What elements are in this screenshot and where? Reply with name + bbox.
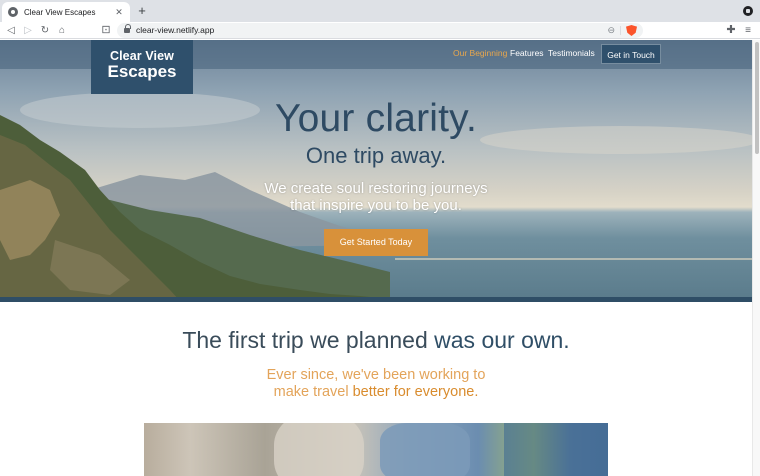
reload-icon[interactable]: ↻ xyxy=(38,22,52,39)
hero-bottom-band xyxy=(0,297,752,302)
plus-icon[interactable]: + xyxy=(134,3,150,19)
menu-icon[interactable]: ≡ xyxy=(741,22,755,39)
browser-tab[interactable]: Clear View Escapes ✕ xyxy=(2,2,130,22)
photo-detail xyxy=(274,423,364,476)
about-sub-line2: make travel better for everyone. xyxy=(0,384,752,401)
close-icon[interactable]: ✕ xyxy=(114,7,124,17)
get-started-button[interactable]: Get Started Today xyxy=(324,229,428,256)
about-sub-line2-plain: make travel xyxy=(273,384,349,400)
tab-title: Clear View Escapes xyxy=(24,7,96,17)
hero-subheadline: One trip away. xyxy=(305,143,447,168)
hero-tagline: We create soul restoring journeys that i… xyxy=(0,180,752,214)
brave-shield-icon[interactable] xyxy=(626,25,637,36)
url-text: clear-view.netlify.app xyxy=(136,25,215,35)
about-title-plain: The first trip we planned xyxy=(182,327,428,353)
home-icon[interactable]: ⌂ xyxy=(55,22,69,39)
address-bar[interactable]: clear-view.netlify.app ⊖ xyxy=(117,23,643,38)
about-subtitle: Ever since, we've been working to make t… xyxy=(0,367,752,401)
window-menu-icon[interactable] xyxy=(743,6,753,16)
about-title: The first trip we planned was our own. xyxy=(0,327,752,354)
forward-icon[interactable]: ▷ xyxy=(21,22,35,39)
extensions-icon[interactable]: ✚ xyxy=(724,22,738,39)
scrollbar-thumb[interactable] xyxy=(755,42,759,154)
get-in-touch-button[interactable]: Get in Touch xyxy=(601,44,661,64)
photo-detail xyxy=(380,423,470,476)
photo-detail xyxy=(504,423,608,476)
logo-line2: Escapes xyxy=(107,62,177,81)
favicon-icon xyxy=(8,7,18,17)
browser-toolbar: ◁ ▷ ↻ ⌂ ⊡ clear-view.netlify.app ⊖ ✚ ≡ xyxy=(0,22,760,39)
hero-headline: Your clarity. xyxy=(274,97,478,140)
nav-link-features[interactable]: Features xyxy=(510,48,544,58)
hero-tagline-line2: that inspire you to be you. xyxy=(290,197,462,214)
hero-section: Our Beginning Features Testimonials Get … xyxy=(0,40,752,301)
back-icon[interactable]: ◁ xyxy=(4,22,18,39)
about-title-bold: was our own. xyxy=(434,327,570,353)
page-scrollbar[interactable] xyxy=(752,40,760,476)
browser-tab-bar: Clear View Escapes ✕ + xyxy=(0,0,760,22)
nav-link-our-beginning[interactable]: Our Beginning xyxy=(453,48,507,58)
zoom-icon[interactable]: ⊖ xyxy=(607,25,615,36)
nav-link-testimonials[interactable]: Testimonials xyxy=(548,48,595,58)
site-logo[interactable]: Clear View Escapes xyxy=(91,40,193,94)
bookmark-icon[interactable]: ⊡ xyxy=(99,22,113,39)
couple-photo xyxy=(144,423,608,476)
divider xyxy=(620,26,621,35)
about-sub-line2-bold: better for everyone. xyxy=(352,384,479,400)
web-page: Our Beginning Features Testimonials Get … xyxy=(0,40,752,476)
lock-icon xyxy=(124,24,131,34)
about-sub-line1: Ever since, we've been working to xyxy=(266,367,486,383)
hero-tagline-line1: We create soul restoring journeys xyxy=(264,180,488,197)
